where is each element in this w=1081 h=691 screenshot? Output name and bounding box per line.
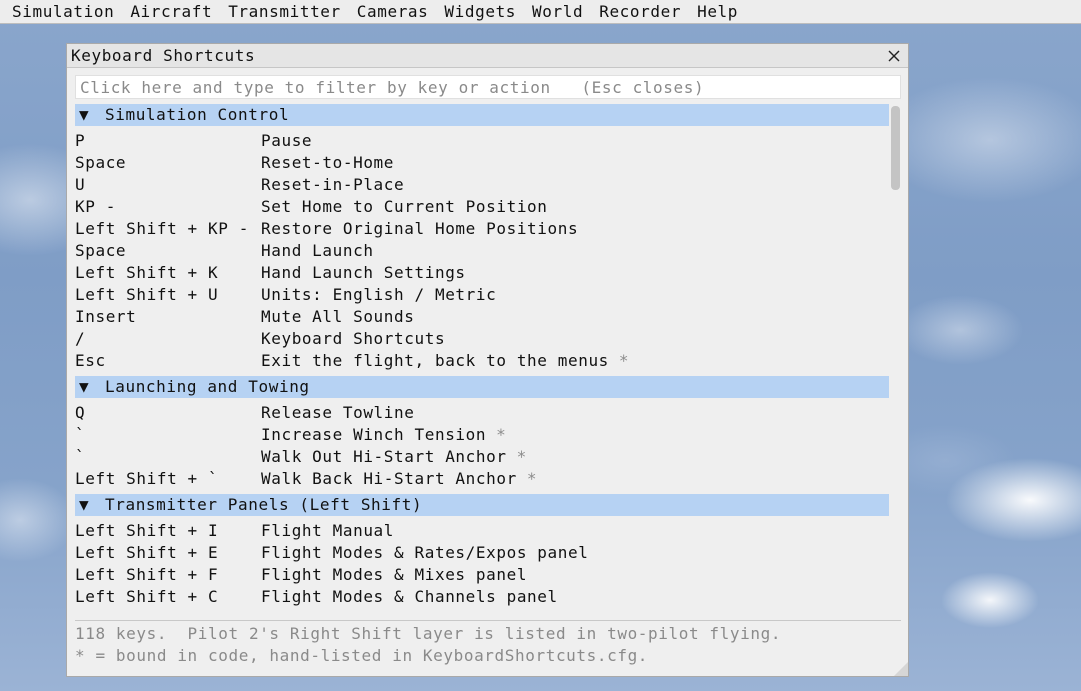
- shortcut-action: Hand Launch: [261, 241, 374, 260]
- shortcut-action: Walk Out Hi-Start Anchor: [261, 447, 507, 466]
- shortcut-row: / Keyboard Shortcuts: [75, 328, 889, 350]
- menu-recorder[interactable]: Recorder: [591, 0, 689, 24]
- shortcut-row: ` Increase Winch Tension *: [75, 424, 889, 446]
- section-header[interactable]: ▼ Simulation Control: [75, 104, 889, 126]
- shortcut-section: ▼ Launching and Towing Q Release Towline ` In…: [75, 376, 889, 490]
- shortcut-row: Left Shift + E Flight Modes & Rates/Expos…: [75, 542, 889, 564]
- shortcut-row: Q Release Towline: [75, 402, 889, 424]
- shortcut-row: Left Shift + I Flight Manual: [75, 520, 889, 542]
- shortcut-row: Left Shift + KP - Restore Original Home P…: [75, 218, 889, 240]
- menu-help[interactable]: Help: [689, 0, 746, 24]
- dialog-titlebar[interactable]: Keyboard Shortcuts: [67, 44, 908, 68]
- shortcut-action: Pause: [261, 131, 313, 150]
- footer-divider: [75, 620, 901, 621]
- shortcut-key: Left Shift + E: [75, 543, 219, 562]
- shortcut-action: Flight Modes & Mixes panel: [261, 565, 528, 584]
- shortcut-list[interactable]: ▼ Simulation Control P Pause Space Reset-to-H…: [75, 104, 889, 612]
- shortcut-key: `: [75, 425, 86, 444]
- shortcut-key: Left Shift + F: [75, 565, 219, 584]
- shortcut-key: Left Shift + KP -: [75, 219, 249, 238]
- shortcut-row: Left Shift + C Flight Modes & Channels pa…: [75, 586, 889, 608]
- shortcut-action: Units: English / Metric: [261, 285, 497, 304]
- shortcut-key: Space: [75, 153, 127, 172]
- shortcut-row: Left Shift + F Flight Modes & Mixes panel: [75, 564, 889, 586]
- shortcut-action: Walk Back Hi-Start Anchor: [261, 469, 517, 488]
- shortcut-key: Left Shift + I: [75, 521, 219, 540]
- shortcut-key: Left Shift + `: [75, 469, 219, 488]
- shortcut-row: Space Reset-to-Home: [75, 152, 889, 174]
- expanded-triangle-icon: ▼: [79, 495, 90, 514]
- filter-input[interactable]: [75, 75, 901, 99]
- menu-cameras[interactable]: Cameras: [349, 0, 437, 24]
- dialog-title: Keyboard Shortcuts: [71, 46, 256, 65]
- code-bound-marker: *: [496, 425, 507, 444]
- menu-simulation[interactable]: Simulation: [4, 0, 122, 24]
- shortcut-row: Insert Mute All Sounds: [75, 306, 889, 328]
- footer-key-count: 118 keys. Pilot 2's Right Shift layer is…: [75, 624, 782, 643]
- shortcut-key: P: [75, 131, 86, 150]
- close-button[interactable]: [883, 45, 905, 66]
- shortcut-section: ▼ Simulation Control P Pause Space Reset-to-H…: [75, 104, 889, 372]
- scrollbar[interactable]: [890, 104, 901, 612]
- keyboard-shortcuts-dialog: Keyboard Shortcuts ▼Simulation ControlPP…: [66, 43, 909, 677]
- menu-aircraft[interactable]: Aircraft: [122, 0, 220, 24]
- code-bound-marker: *: [618, 351, 630, 370]
- section-header[interactable]: ▼ Launching and Towing: [75, 376, 889, 398]
- shortcut-action: Exit the flight, back to the menus: [261, 351, 609, 370]
- footer-legend: * = bound in code, hand-listed in Keyboa…: [75, 646, 649, 665]
- section-title: Simulation Control: [105, 105, 290, 124]
- scroll-thumb[interactable]: [891, 106, 900, 190]
- shortcut-action: Set Home to Current Position: [261, 197, 548, 216]
- shortcut-row: P Pause: [75, 130, 889, 152]
- section-header[interactable]: ▼ Transmitter Panels (Left Shift): [75, 494, 889, 516]
- shortcut-action: Hand Launch Settings: [261, 263, 466, 282]
- section-title: Launching and Towing: [105, 377, 310, 396]
- menu-bar: Simulation Aircraft Transmitter Cameras …: [0, 0, 1081, 24]
- shortcut-row: Left Shift + K Hand Launch Settings: [75, 262, 889, 284]
- code-bound-marker: *: [516, 447, 527, 466]
- shortcut-action: Mute All Sounds: [261, 307, 415, 326]
- shortcut-row: Left Shift + U Units: English / Metric: [75, 284, 889, 306]
- menu-transmitter[interactable]: Transmitter: [220, 0, 349, 24]
- shortcut-key: KP -: [75, 197, 116, 216]
- shortcut-key: /: [75, 329, 86, 348]
- shortcut-key: Left Shift + C: [75, 587, 219, 606]
- shortcut-row: ` Walk Out Hi-Start Anchor *: [75, 446, 889, 468]
- close-icon: [888, 50, 900, 61]
- shortcut-action: Flight Modes & Rates/Expos panel: [261, 543, 589, 562]
- shortcut-key: `: [75, 447, 86, 466]
- shortcut-key: Left Shift + U: [75, 285, 219, 304]
- shortcut-action: Release Towline: [261, 403, 415, 422]
- expanded-triangle-icon: ▼: [79, 105, 90, 124]
- shortcut-action: Restore Original Home Positions: [261, 219, 579, 238]
- code-bound-marker: *: [526, 469, 538, 488]
- shortcut-action: Increase Winch Tension: [261, 425, 487, 444]
- shortcut-action: Keyboard Shortcuts: [261, 329, 446, 348]
- shortcut-key: Insert: [75, 307, 137, 326]
- resize-grip-icon[interactable]: [894, 662, 908, 676]
- shortcut-key: Left Shift + K: [75, 263, 219, 282]
- expanded-triangle-icon: ▼: [79, 377, 90, 396]
- shortcut-row: Esc Exit the flight, back to the menus *: [75, 350, 889, 372]
- shortcut-action: Flight Modes & Channels panel: [261, 587, 558, 606]
- shortcut-section: ▼ Transmitter Panels (Left Shift) Left Shi…: [75, 494, 889, 608]
- shortcut-key: Q: [75, 403, 86, 422]
- shortcut-action: Reset-to-Home: [261, 153, 395, 172]
- menu-widgets[interactable]: Widgets: [436, 0, 524, 24]
- shortcut-row: Space Hand Launch: [75, 240, 889, 262]
- shortcut-key: Space: [75, 241, 127, 260]
- section-title: Transmitter Panels (Left Shift): [105, 495, 423, 514]
- shortcut-key: Esc: [75, 351, 106, 370]
- menu-world[interactable]: World: [524, 0, 591, 24]
- shortcut-row: KP - Set Home to Current Position: [75, 196, 889, 218]
- shortcut-row: U Reset-in-Place: [75, 174, 889, 196]
- shortcut-key: U: [75, 175, 86, 194]
- shortcut-action: Reset-in-Place: [261, 175, 405, 194]
- shortcut-row: Left Shift + ` Walk Back Hi-Start Anchor *: [75, 468, 889, 490]
- shortcut-action: Flight Manual: [261, 521, 395, 540]
- footer: 118 keys. Pilot 2's Right Shift layer is…: [75, 623, 901, 667]
